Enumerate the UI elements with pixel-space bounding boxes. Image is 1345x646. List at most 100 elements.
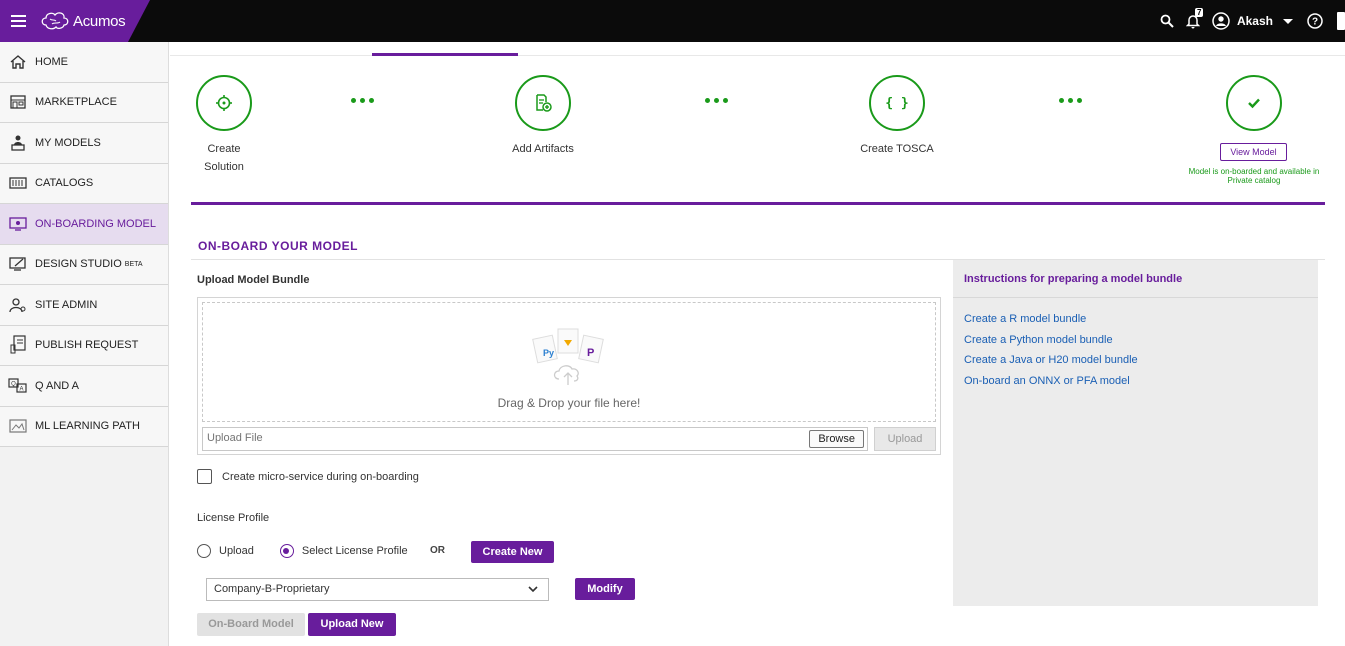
add-file-icon [536,94,552,112]
bell-icon[interactable]: 7 [1183,8,1204,31]
sidebar-item-label: Q AND A [35,379,80,392]
completion-note: Model is on-boarded and available in Pri… [1188,167,1320,185]
step-label-create-tosca: Create TOSCA [860,143,934,155]
license-options: Upload Select License Profile [197,544,408,558]
search-icon[interactable] [1157,11,1177,31]
steps-divider [191,202,1325,205]
sidebar-item-label: ML LEARNING PATH [35,420,140,433]
instructions-title: Instructions for preparing a model bundl… [964,273,1183,285]
microservice-label: Create micro-service during on-boarding [222,470,419,483]
license-profile-select[interactable]: Company-B-Proprietary [206,578,549,601]
tab-divider [170,55,1345,56]
sidebar-item-label: ON-BOARDING MODEL [35,217,157,230]
instructions-panel: Instructions for preparing a model bundl… [953,260,1318,606]
svg-text:A: A [19,386,23,392]
top-right-controls: 7 Akash ? [1151,0,1345,42]
sidebar-item-label: MARKETPLACE [35,96,117,109]
step-label-line: Solution [204,161,244,173]
link-r-model-bundle[interactable]: Create a R model bundle [964,309,1138,330]
dropzone[interactable]: Py P Drag & Drop your file here! [202,302,936,422]
link-onnx-pfa-model[interactable]: On-board an ONNX or PFA model [964,371,1138,392]
microservice-checkbox[interactable] [197,469,212,484]
file-input-row: Browse [202,427,868,451]
chevron-down-icon[interactable] [1283,18,1293,24]
catalog-icon [8,173,28,193]
radio-upload[interactable] [197,544,211,558]
admin-icon [8,295,28,315]
create-new-button[interactable]: Create New [471,541,554,563]
sidebar-item-marketplace[interactable]: MARKETPLACE [0,82,168,123]
help-icon[interactable]: ? [1305,11,1325,31]
svg-text:Q: Q [11,381,16,387]
upload-heading: Upload Model Bundle [197,274,310,286]
link-java-h2o-model-bundle[interactable]: Create a Java or H20 model bundle [964,350,1138,371]
app-name: Acumos [73,12,126,30]
link-python-model-bundle[interactable]: Create a Python model bundle [964,330,1138,351]
or-label: OR [430,545,445,556]
step-connector-dots [705,98,732,103]
license-profile-label: License Profile [197,512,270,524]
sidebar-item-label: HOME [35,55,68,68]
check-icon [1248,98,1260,109]
radio-select-license[interactable] [279,544,294,558]
sidebar-item-catalogs[interactable]: CATALOGS [0,163,168,204]
sidebar-item-publish-request[interactable]: PUBLISH REQUEST [0,325,168,366]
radio-select-license-label: Select License Profile [301,545,408,557]
sidebar-item-site-admin[interactable]: SITE ADMIN [0,285,168,326]
step-create-solution[interactable] [196,75,252,131]
upload-file-input[interactable] [207,432,707,444]
active-tab-indicator [372,53,518,56]
onboard-model-button[interactable]: On-Board Model [197,613,305,636]
target-icon [216,95,232,111]
beta-label: BETA [124,260,143,268]
step-label-line: Create [207,143,241,155]
store-icon [8,92,28,112]
instructions-divider [953,297,1318,298]
modify-button[interactable]: Modify [575,578,635,600]
main-content: Create Solution Add Artifacts { } Create… [170,42,1345,646]
step-connector-dots [1059,98,1086,103]
instructions-links: Create a R model bundle Create a Python … [964,309,1138,392]
svg-text:P: P [587,347,594,359]
person-desk-icon [8,133,28,153]
step-label-add-artifacts: Add Artifacts [512,143,574,155]
view-model-button[interactable]: View Model [1220,143,1287,161]
sidebar-item-label: DESIGN STUDIO [35,258,122,271]
publish-icon [8,335,28,355]
user-avatar-icon[interactable] [1211,11,1231,31]
learning-icon [8,416,28,436]
sidebar-item-label: SITE ADMIN [35,298,98,311]
sidebar-item-home[interactable]: HOME [0,42,168,83]
sidebar-item-my-models[interactable]: MY MODELS [0,123,168,164]
sidebar-item-label: CATALOGS [35,177,94,190]
sidebar-item-label: MY MODELS [35,136,101,149]
sidebar-item-design-studio[interactable]: DESIGN STUDIO BETA [0,244,168,285]
upload-new-button[interactable]: Upload New [308,613,396,636]
brand-area: Acumos [0,0,150,42]
sidebar: HOME MARKETPLACE MY MODELS CATALOGS ON-B… [0,42,169,646]
menu-icon[interactable] [11,15,26,27]
sidebar-item-ml-learning-path[interactable]: ML LEARNING PATH [0,406,168,447]
braces-icon: { } [885,95,909,111]
user-name[interactable]: Akash [1237,14,1273,28]
file-types-icon: Py P [532,328,604,385]
upload-button[interactable]: Upload [874,427,936,451]
svg-text:Py: Py [543,348,554,358]
drop-text: Drag & Drop your file here! [497,396,641,410]
step-add-artifacts[interactable] [515,75,571,131]
selected-license-profile: Company-B-Proprietary [214,583,330,595]
browse-button[interactable]: Browse [809,430,864,448]
sidebar-item-onboarding-model[interactable]: ON-BOARDING MODEL [0,204,168,245]
step-label-create-solution: Create Solution [184,140,264,176]
step-create-tosca[interactable]: { } [869,75,925,131]
radio-upload-label: Upload [219,545,254,557]
onboarding-icon [8,214,28,234]
app-logo[interactable]: Acumos [40,11,126,31]
sidebar-item-label: PUBLISH REQUEST [35,339,139,352]
sidebar-item-q-and-a[interactable]: QA Q AND A [0,366,168,407]
chevron-down-icon [528,586,538,593]
step-connector-dots [351,98,378,103]
microservice-option[interactable]: Create micro-service during on-boarding [197,469,419,484]
step-complete [1226,75,1282,131]
notification-badge: 7 [1194,8,1204,17]
